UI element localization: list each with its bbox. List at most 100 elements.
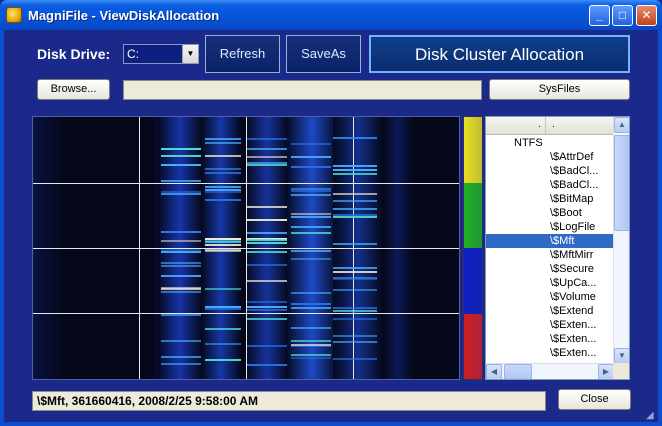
scroll-left-icon[interactable]: ◀	[486, 364, 502, 379]
cluster-mark	[161, 191, 201, 193]
refresh-button[interactable]: Refresh	[205, 35, 280, 73]
cluster-mark	[291, 213, 331, 215]
cluster-mark	[161, 314, 201, 316]
cluster-mark	[205, 189, 241, 191]
file-list[interactable]: . . NTFS \$AttrDef \$BadCl... \$BadCl... \$B…	[485, 116, 630, 380]
close-window-button[interactable]: ✕	[636, 5, 657, 26]
column-header-2[interactable]: .	[547, 117, 614, 135]
disk-drive-label: Disk Drive:	[37, 46, 111, 62]
column-header-1[interactable]: .	[486, 117, 546, 135]
window-title: MagniFile - ViewDiskAllocation	[28, 8, 220, 23]
disk-drive-select[interactable]: C: ▼	[123, 44, 199, 64]
cluster-mark	[247, 318, 287, 320]
close-button[interactable]: Close	[558, 389, 631, 410]
cluster-mark	[247, 242, 287, 244]
maximize-button[interactable]: □	[612, 5, 633, 26]
cluster-mark	[247, 156, 287, 158]
list-item[interactable]: \$Extend	[486, 304, 614, 318]
cluster-mark	[291, 357, 331, 359]
list-item[interactable]: \$Exten...	[486, 332, 614, 346]
cluster-mark	[205, 343, 241, 345]
list-item[interactable]: \$Mft	[486, 234, 614, 248]
cluster-mark	[161, 356, 201, 358]
cluster-mark	[247, 306, 287, 308]
cluster-mark	[291, 226, 331, 228]
cluster-mark	[333, 200, 377, 202]
cluster-mark	[247, 301, 287, 303]
scroll-right-icon[interactable]: ▶	[598, 364, 614, 379]
chevron-down-icon[interactable]: ▼	[182, 45, 198, 63]
list-item[interactable]: \$BadCl...	[486, 164, 614, 178]
cluster-mark	[333, 208, 377, 210]
cluster-mark	[247, 364, 287, 366]
cluster-mark	[333, 271, 377, 273]
cluster-mark	[247, 251, 287, 253]
list-item-name: \$Volume	[550, 291, 596, 303]
scroll-corner	[613, 363, 629, 379]
cluster-mark	[291, 258, 331, 260]
browse-button[interactable]: Browse...	[37, 79, 110, 100]
list-item-name: \$BadCl...	[550, 179, 599, 191]
vertical-scrollbar[interactable]: ▲ ▼	[613, 117, 629, 364]
list-item-name: \$BitMap	[550, 193, 594, 205]
list-item[interactable]: \$Boot	[486, 206, 614, 220]
cluster-mark	[291, 292, 331, 294]
cluster-mark	[291, 303, 331, 305]
title-bar[interactable]: MagniFile - ViewDiskAllocation _ □ ✕	[0, 0, 662, 30]
cluster-mark	[205, 328, 241, 330]
scroll-up-icon[interactable]: ▲	[614, 117, 629, 133]
horizontal-scrollbar[interactable]: ◀ ▶	[486, 363, 614, 379]
cluster-mark	[161, 287, 201, 289]
list-item-name: \$LogFile	[550, 221, 596, 233]
list-item-name: \$BadCl...	[550, 165, 599, 177]
app-icon[interactable]	[6, 7, 22, 23]
cluster-mark	[291, 194, 331, 196]
sysfiles-button[interactable]: SysFiles	[489, 79, 630, 100]
cluster-mark	[205, 186, 241, 188]
cluster-mark	[205, 142, 241, 144]
path-field[interactable]	[123, 80, 482, 100]
cluster-mark	[333, 169, 377, 171]
resize-grip-icon[interactable]: ◢	[646, 410, 658, 422]
cluster-mark	[247, 232, 287, 234]
cluster-mark	[205, 155, 241, 157]
list-item[interactable]: \$Volume	[486, 290, 614, 304]
cluster-mark	[333, 307, 377, 309]
vertical-scroll-thumb[interactable]	[614, 135, 629, 231]
cluster-mark	[333, 193, 377, 195]
list-item-name: \$UpCa...	[550, 277, 597, 289]
list-item[interactable]: \$Exten...	[486, 346, 614, 360]
cluster-mark	[333, 310, 377, 312]
cluster-mark	[333, 335, 377, 337]
color-legend	[463, 116, 483, 380]
list-item[interactable]: \$MftMirr	[486, 248, 614, 262]
cluster-mark	[161, 164, 201, 166]
list-item[interactable]: \$Secure	[486, 262, 614, 276]
list-item-name: \$Mft	[550, 235, 575, 247]
list-item[interactable]: \$BitMap	[486, 192, 614, 206]
legend-swatch	[464, 182, 482, 248]
cluster-mark	[205, 191, 241, 193]
cluster-mark	[161, 193, 201, 195]
cluster-mark	[205, 244, 241, 246]
cluster-map[interactable]	[32, 116, 460, 380]
cluster-mark	[333, 278, 377, 280]
list-item[interactable]: \$AttrDef	[486, 150, 614, 164]
list-item[interactable]: NTFS	[486, 136, 614, 150]
list-item[interactable]: \$Exten...	[486, 318, 614, 332]
saveas-button[interactable]: SaveAs	[286, 35, 361, 73]
list-item-name: \$Exten...	[550, 319, 597, 331]
cluster-mark	[205, 249, 241, 251]
list-item-name: \$Extend	[550, 305, 594, 317]
disk-cluster-allocation-button[interactable]: Disk Cluster Allocation	[369, 35, 630, 73]
cluster-mark	[291, 344, 331, 346]
minimize-button[interactable]: _	[589, 5, 610, 26]
list-item[interactable]: \$LogFile	[486, 220, 614, 234]
list-item[interactable]: \$BadCl...	[486, 178, 614, 192]
cluster-mark	[291, 143, 331, 145]
list-item[interactable]: \$UpCa...	[486, 276, 614, 290]
list-header: . .	[486, 117, 614, 135]
list-item-name: \$MftMirr	[550, 249, 594, 261]
horizontal-scroll-thumb[interactable]	[504, 364, 532, 379]
scroll-down-icon[interactable]: ▼	[614, 348, 629, 364]
